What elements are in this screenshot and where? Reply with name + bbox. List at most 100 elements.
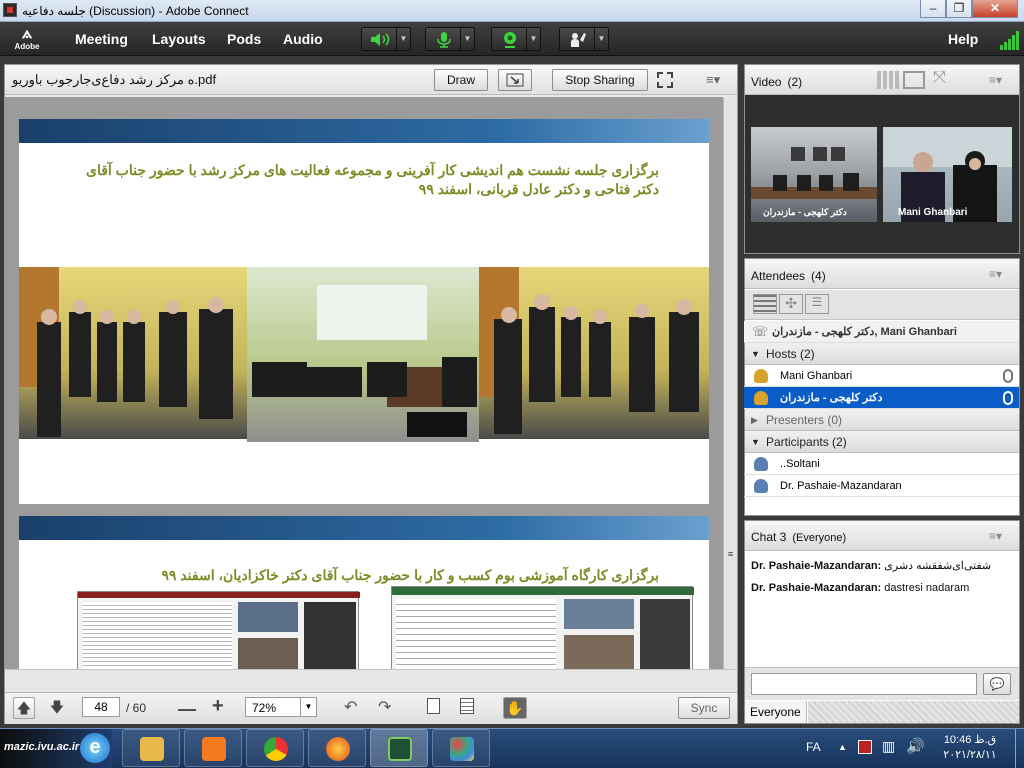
active-speakers-row: ☏ دکتر کلهجی - مازندران, Mani Ghanbari [744, 321, 1019, 343]
attendee-name: Dr. Pashaie-Mazandaran [780, 480, 902, 492]
hosts-label: Hosts (2) [766, 347, 815, 361]
system-clock[interactable]: 10:46 ق.ظ ۲۰۲۱/۲۸/۱۱ [940, 733, 1000, 763]
start-area[interactable]: mazic.ivu.ac.ir e [0, 729, 112, 768]
presenters-label: Presenters (0) [766, 413, 843, 427]
participants-category[interactable]: ▼ Participants (2) [745, 431, 1019, 453]
speaker-toggle-button[interactable]: ▼ [361, 27, 411, 51]
chat-tab-everyone[interactable]: Everyone [745, 701, 807, 723]
video-tile-label: Mani Ghanbari [898, 207, 968, 218]
sync-pointer-button[interactable] [498, 69, 532, 91]
chevron-down-icon: ▼ [300, 698, 316, 716]
zoom-in-button[interactable]: + [212, 695, 224, 718]
attendee-name: Mani Ghanbari [780, 370, 853, 382]
minimize-button[interactable]: – [920, 0, 946, 18]
breakout-view-icon[interactable]: ✣ [779, 294, 803, 314]
attendee-row[interactable]: Mani Ghanbari [744, 365, 1019, 387]
filmstrip-view-icon[interactable] [903, 71, 925, 89]
hosts-category[interactable]: ▼ Hosts (2) [745, 343, 1019, 365]
redo-icon[interactable]: ↷ [378, 697, 391, 717]
attendee-view-toolbar: ✣ ☰ [745, 290, 1019, 320]
fullscreen-icon[interactable]: ⤧ [933, 69, 946, 87]
show-desktop-button[interactable] [1015, 729, 1024, 768]
taskbar-adobe-connect[interactable] [370, 729, 428, 767]
menu-layouts[interactable]: Layouts [152, 31, 206, 47]
attendee-name: ..Soltani [780, 458, 820, 470]
language-indicator[interactable]: FA [806, 740, 821, 754]
slide-header-bar [19, 516, 709, 540]
chevron-down-icon[interactable]: ▼ [526, 28, 540, 50]
chat-message-input[interactable] [751, 673, 977, 695]
raise-hand-icon [571, 33, 586, 47]
attendee-row[interactable]: ..Soltani [744, 453, 1019, 475]
volume-icon[interactable]: 🔊 [906, 737, 925, 755]
page-layout-icon[interactable] [460, 698, 474, 714]
taskbar-chrome[interactable] [246, 729, 304, 767]
chat-author: Dr. Pashaie-Mazandaran: [751, 560, 882, 572]
microphone-icon [437, 32, 451, 48]
page-view-icon[interactable] [427, 698, 440, 714]
chat-text: dastresi nadaram [884, 582, 970, 594]
chat-text: شفتی‌ای‌شفقشه دشری [884, 560, 992, 572]
video-tile-1[interactable]: دکتر کلهجی - مازندران [751, 127, 877, 222]
list-view-icon[interactable] [753, 294, 777, 314]
menu-meeting[interactable]: Meeting [75, 31, 128, 47]
pod-options-icon[interactable]: ≡▾ [989, 529, 1002, 543]
ie-icon: e [80, 733, 110, 763]
menu-pods[interactable]: Pods [227, 31, 261, 47]
pod-options-icon[interactable]: ≡▾ [989, 267, 1002, 281]
webcam-toggle-button[interactable]: ▼ [491, 27, 541, 51]
slide-title: برگزاری جلسه نشست هم اندیشی کار آفرینی و… [85, 162, 659, 197]
chevron-down-icon[interactable]: ▼ [396, 28, 410, 50]
pod-options-icon[interactable]: ≡▾ [989, 73, 1002, 87]
zoom-out-button[interactable]: — [178, 699, 196, 720]
active-speakers-text: دکتر کلهجی - مازندران, Mani Ghanbari [772, 326, 957, 338]
close-button[interactable]: ✕ [972, 0, 1018, 18]
taskbar-media-player[interactable] [184, 729, 242, 767]
network-icon[interactable]: ▥ [882, 738, 895, 755]
presenters-category[interactable]: ▶ Presenters (0) [745, 409, 1019, 431]
scroll-thumb-icon[interactable]: ≡ [725, 549, 736, 559]
clock-date: ۲۰۲۱/۲۸/۱۱ [943, 749, 997, 761]
pod-options-icon[interactable]: ≡▾ [706, 72, 720, 88]
host-icon [754, 369, 768, 383]
chevron-down-icon[interactable]: ▼ [594, 28, 608, 50]
microphone-toggle-button[interactable]: ▼ [425, 27, 475, 51]
status-view-icon[interactable]: ☰ [805, 294, 829, 314]
taskbar-explorer[interactable] [122, 729, 180, 767]
chevron-down-icon[interactable]: ▼ [460, 28, 474, 50]
speech-bubble-icon: 💬 [989, 677, 1005, 691]
action-center-icon[interactable] [858, 740, 872, 754]
status-raise-hand-button[interactable]: ▼ [559, 27, 609, 51]
attendee-row[interactable]: Dr. Pashaie-Mazandaran [744, 475, 1019, 497]
document-view[interactable]: برگزاری جلسه نشست هم اندیشی کار آفرینی و… [5, 97, 737, 669]
help-menu[interactable]: Help [948, 31, 978, 47]
taskbar-firefox[interactable] [308, 729, 366, 767]
undo-icon[interactable]: ↶ [344, 697, 357, 717]
previous-page-button[interactable]: 🡅 [13, 697, 35, 719]
hand-tool-icon[interactable]: ✋ [503, 697, 527, 719]
restore-button[interactable]: ❐ [946, 0, 972, 18]
attendee-row-selected[interactable]: دکتر کلهجی - مازندران [744, 387, 1019, 409]
chat-message: Dr. Pashaie-Mazandaran: شفتی‌ای‌شفقشه دش… [751, 559, 991, 572]
show-hidden-icons[interactable]: ▲ [838, 742, 847, 752]
chat-pod-header: Chat 3 (Everyone) ≡▾ [745, 521, 1019, 551]
video-tile-2[interactable]: Mani Ghanbari [883, 127, 1012, 222]
stop-sharing-button[interactable]: Stop Sharing [552, 69, 648, 91]
video-pod-header: Video (2) ⤧ ≡▾ [745, 65, 1019, 95]
photo-meeting-2 [247, 267, 479, 442]
media-player-icon [202, 737, 226, 761]
page-number-input[interactable] [82, 697, 120, 717]
sync-button[interactable]: Sync [678, 697, 730, 719]
adobe-logo-icon: ⟑ [21, 23, 33, 42]
participants-label: Participants (2) [766, 435, 847, 449]
zoom-select[interactable]: 72% ▼ [245, 697, 317, 717]
clock-time: 10:46 ق.ظ [943, 734, 997, 746]
menu-audio[interactable]: Audio [283, 31, 323, 47]
grid-view-icon[interactable] [877, 71, 899, 89]
vertical-scrollbar[interactable]: ≡ [723, 97, 737, 669]
taskbar-paint[interactable] [432, 729, 490, 767]
fullscreen-icon[interactable] [656, 71, 674, 89]
next-page-button[interactable]: 🡇 [46, 697, 68, 719]
send-message-button[interactable]: 💬 [983, 673, 1011, 695]
draw-button[interactable]: Draw [434, 69, 488, 91]
